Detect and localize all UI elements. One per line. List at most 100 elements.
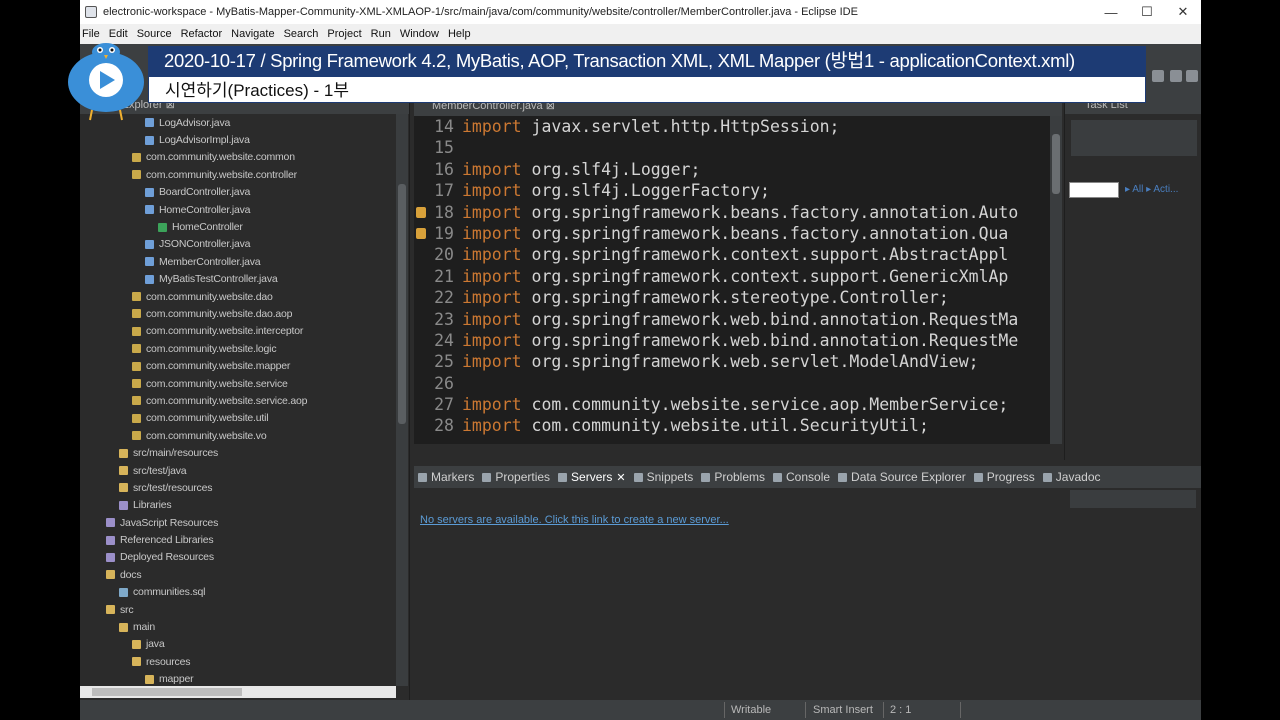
servers-toolbar[interactable] <box>1070 490 1196 508</box>
java-icon <box>145 135 154 145</box>
scrollbar-thumb[interactable] <box>398 184 406 424</box>
warning-marker-icon[interactable] <box>416 227 426 239</box>
tree-item[interactable]: JavaScript Resources <box>80 514 396 531</box>
warning-marker-icon[interactable] <box>416 206 426 218</box>
tree-item[interactable]: com.community.website.mapper <box>80 357 396 374</box>
perspective-debug-icon[interactable] <box>1170 70 1182 82</box>
tree-item[interactable]: communities.sql <box>80 584 396 601</box>
tab-label: Progress <box>986 470 1035 484</box>
tab-problems[interactable]: Problems <box>701 470 765 484</box>
tree-item[interactable]: com.community.website.dao <box>80 288 396 305</box>
tab-javadoc[interactable]: Javadoc <box>1042 470 1101 484</box>
tree-item[interactable]: main <box>80 618 396 635</box>
tree-item[interactable]: com.community.website.util <box>80 410 396 427</box>
tree-item[interactable]: MemberController.java <box>80 253 396 270</box>
menu-run[interactable]: Run <box>371 28 391 40</box>
scrollbar-thumb[interactable] <box>92 688 242 696</box>
bottom-tab-bar: Markers Properties Servers ✕ Snippets Problem… <box>414 466 1201 488</box>
tree-item[interactable]: com.community.website.service <box>80 375 396 392</box>
tree-item[interactable]: com.community.website.interceptor <box>80 323 396 340</box>
tree-item[interactable]: src <box>80 601 396 618</box>
tab-console[interactable]: Console <box>773 470 830 484</box>
maximize-button[interactable]: ☐ <box>1129 4 1165 20</box>
tab-markers[interactable]: Markers <box>418 470 474 484</box>
tree-item[interactable]: com.community.website.service.aop <box>80 392 396 409</box>
tree-item[interactable]: HomeController <box>80 218 396 235</box>
pkg-icon <box>132 344 141 354</box>
mascot-play-icon[interactable] <box>62 34 150 122</box>
tree-item[interactable]: com.community.website.dao.aop <box>80 305 396 322</box>
code-line[interactable]: 22 import org.springframework.stereotype.… <box>414 287 1050 308</box>
pkg-icon <box>132 361 141 371</box>
tree-item[interactable]: BoardController.java <box>80 184 396 201</box>
menu-help[interactable]: Help <box>448 28 471 40</box>
menu-refactor[interactable]: Refactor <box>181 28 223 40</box>
folder-icon <box>119 466 128 475</box>
close-tab-icon[interactable]: ✕ <box>616 471 625 484</box>
tree-item[interactable]: java <box>80 636 396 653</box>
perspective-git-icon[interactable] <box>1186 70 1198 82</box>
menu-project[interactable]: Project <box>327 28 361 40</box>
perspective-java-icon[interactable] <box>1152 70 1164 82</box>
tree-item[interactable]: Referenced Libraries <box>80 531 396 548</box>
tree-item[interactable]: mapper <box>80 671 396 687</box>
tree-item[interactable]: src/test/resources <box>80 479 396 496</box>
code-line[interactable]: 21 import org.springframework.context.sup… <box>414 266 1050 287</box>
tab-properties[interactable]: Properties <box>482 470 550 484</box>
tree-item[interactable]: resources <box>80 653 396 670</box>
tree-item[interactable]: com.community.website.logic <box>80 340 396 357</box>
code-editor[interactable]: 14 import javax.servlet.http.HttpSession;… <box>414 116 1050 444</box>
tree-item[interactable]: src/test/java <box>80 462 396 479</box>
code-line[interactable]: 18 import org.springframework.beans.facto… <box>414 202 1050 223</box>
status-cursor-position: 2 : 1 <box>890 704 912 716</box>
tree-item[interactable]: com.community.website.vo <box>80 427 396 444</box>
code-line[interactable]: 16 import org.slf4j.Logger; <box>414 159 1050 180</box>
folder-icon <box>132 657 141 667</box>
project-tree-vertical-scrollbar[interactable] <box>396 114 408 686</box>
folder-icon <box>119 448 128 458</box>
tab-servers[interactable]: Servers ✕ <box>558 470 626 484</box>
tab-label: Javadoc <box>1055 470 1101 484</box>
create-server-link[interactable]: No servers are available. Click this lin… <box>420 514 729 526</box>
tab-data-source-explorer[interactable]: Data Source Explorer <box>838 470 966 484</box>
tab-progress[interactable]: Progress <box>973 470 1035 484</box>
code-line[interactable]: 28 import com.community.website.util.Secu… <box>414 415 1050 436</box>
task-filter-input[interactable] <box>1069 182 1119 198</box>
code-line[interactable]: 24 import org.springframework.web.bind.an… <box>414 330 1050 351</box>
code-line[interactable]: 26 <box>414 373 1050 394</box>
tree-item[interactable]: docs <box>80 566 396 583</box>
tab-snippets[interactable]: Snippets <box>633 470 693 484</box>
tree-item-label: com.community.website.vo <box>146 429 267 442</box>
task-list-toolbar[interactable] <box>1071 120 1197 156</box>
close-button[interactable]: ✕ <box>1165 4 1201 20</box>
code-line[interactable]: 19 import org.springframework.beans.facto… <box>414 223 1050 244</box>
tree-item[interactable]: HomeController.java <box>80 201 396 218</box>
tree-item[interactable]: Deployed Resources <box>80 549 396 566</box>
minimize-button[interactable]: — <box>1093 5 1129 20</box>
code-text: com.community.website.service.aop.Member… <box>521 395 1009 415</box>
project-tree-horizontal-scrollbar[interactable] <box>80 686 396 698</box>
code-line[interactable]: 27 import com.community.website.service.a… <box>414 394 1050 415</box>
menu-search[interactable]: Search <box>284 28 319 40</box>
tree-item[interactable]: Libraries <box>80 497 396 514</box>
task-filter-links[interactable]: ▸ All ▸ Acti... <box>1125 184 1178 195</box>
status-separator <box>805 702 806 718</box>
tree-item[interactable]: src/main/resources <box>80 444 396 461</box>
tree-item-label: LogAdvisorImpl.java <box>159 134 250 147</box>
editor-vertical-scrollbar[interactable] <box>1050 116 1062 444</box>
code-line[interactable]: 25 import org.springframework.web.servlet… <box>414 351 1050 372</box>
code-line[interactable]: 20 import org.springframework.context.sup… <box>414 244 1050 265</box>
menu-navigate[interactable]: Navigate <box>231 28 274 40</box>
tree-item[interactable]: MyBatisTestController.java <box>80 271 396 288</box>
tree-item[interactable]: com.community.website.common <box>80 149 396 166</box>
code-line[interactable]: 15 <box>414 137 1050 158</box>
scrollbar-thumb[interactable] <box>1052 134 1060 194</box>
code-line[interactable]: 14 import javax.servlet.http.HttpSession; <box>414 116 1050 137</box>
tree-item[interactable]: JSONController.java <box>80 236 396 253</box>
code-line[interactable]: 23 import org.springframework.web.bind.an… <box>414 309 1050 330</box>
tree-item[interactable]: LogAdvisorImpl.java <box>80 131 396 148</box>
status-bar: Writable Smart Insert 2 : 1 <box>80 700 1201 720</box>
menu-window[interactable]: Window <box>400 28 439 40</box>
tree-item[interactable]: com.community.website.controller <box>80 166 396 183</box>
code-line[interactable]: 17 import org.slf4j.LoggerFactory; <box>414 180 1050 201</box>
